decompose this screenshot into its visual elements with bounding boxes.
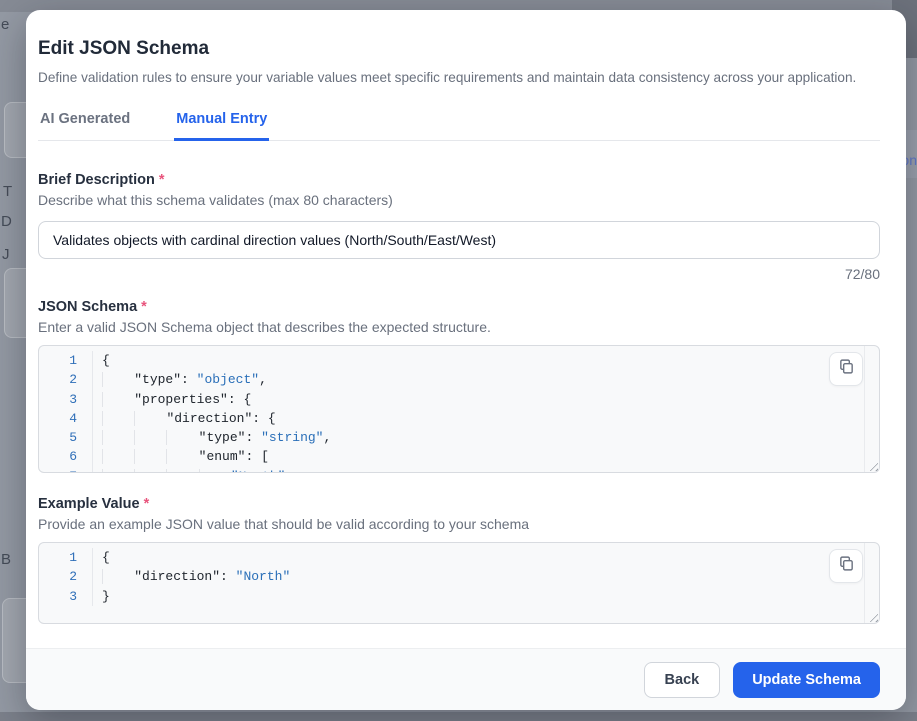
editor-scrollbar-track[interactable] [864, 346, 865, 472]
brief-description-label: Brief Description* [38, 172, 880, 188]
editor-resize-handle[interactable] [866, 610, 878, 622]
code-line: 3} [39, 587, 879, 606]
example-value-label: Example Value* [38, 496, 880, 512]
tabs-divider [38, 140, 880, 141]
copy-button[interactable] [829, 549, 863, 583]
copy-button[interactable] [829, 352, 863, 386]
line-number: 2 [39, 370, 93, 389]
line-number: 2 [39, 567, 93, 586]
code-line: 1{ [39, 548, 879, 567]
copy-icon [838, 555, 855, 577]
code-line: 4 "direction": { [39, 409, 879, 428]
character-count: 72/80 [38, 266, 880, 282]
line-number: 6 [39, 447, 93, 466]
dialog-title: Edit JSON Schema [38, 38, 880, 60]
example-value-helper: Provide an example JSON value that shoul… [38, 516, 880, 532]
code-line: 2 "type": "object", [39, 370, 879, 389]
background-text-fragment: J [2, 246, 10, 263]
required-asterisk: * [141, 299, 147, 315]
tab-ai-generated[interactable]: AI Generated [38, 111, 132, 141]
json-schema-label: JSON Schema* [38, 299, 880, 315]
dialog-subtitle: Define validation rules to ensure your v… [38, 70, 880, 85]
code-lines: 1{2 "direction": "North"3} [39, 543, 879, 606]
line-number: 3 [39, 587, 93, 606]
update-schema-button[interactable]: Update Schema [733, 662, 880, 698]
code-line: 2 "direction": "North" [39, 567, 879, 586]
json-schema-helper: Enter a valid JSON Schema object that de… [38, 319, 880, 335]
json-schema-section: JSON Schema* Enter a valid JSON Schema o… [38, 299, 880, 473]
editor-scrollbar-track[interactable] [864, 543, 865, 623]
line-number: 7 [39, 467, 93, 473]
required-asterisk: * [144, 496, 150, 512]
example-value-editor[interactable]: 1{2 "direction": "North"3} [38, 542, 880, 624]
background-text-fragment: D [1, 213, 12, 230]
line-number: 5 [39, 428, 93, 447]
code-line: 1{ [39, 351, 879, 370]
line-number: 1 [39, 548, 93, 567]
background-text-fragment: T [3, 183, 12, 200]
tab-manual-entry[interactable]: Manual Entry [174, 111, 269, 141]
background-bottom-band [0, 712, 917, 721]
background-text-fragment: B [1, 551, 11, 568]
example-value-section: Example Value* Provide an example JSON v… [38, 496, 880, 624]
edit-json-schema-dialog: Edit JSON Schema Define validation rules… [26, 10, 906, 710]
brief-description-helper: Describe what this schema validates (max… [38, 192, 880, 208]
code-lines: 1{2 "type": "object",3 "properties": {4 … [39, 346, 879, 473]
code-line: 3 "properties": { [39, 390, 879, 409]
line-number: 1 [39, 351, 93, 370]
background-text-fragment: e [1, 16, 9, 33]
code-line: 5 "type": "string", [39, 428, 879, 447]
copy-icon [838, 358, 855, 380]
brief-description-section: Brief Description* Describe what this sc… [38, 172, 880, 282]
dialog-footer: Back Update Schema [26, 648, 906, 710]
line-number: 4 [39, 409, 93, 428]
line-number: 3 [39, 390, 93, 409]
brief-description-input[interactable] [38, 221, 880, 259]
json-schema-editor[interactable]: 1{2 "type": "object",3 "properties": {4 … [38, 345, 880, 473]
schema-mode-tabs: AI Generated Manual Entry [38, 111, 880, 141]
required-asterisk: * [159, 172, 165, 188]
code-line: 7 "North", [39, 467, 879, 473]
code-line: 6 "enum": [ [39, 447, 879, 466]
back-button[interactable]: Back [644, 662, 721, 698]
